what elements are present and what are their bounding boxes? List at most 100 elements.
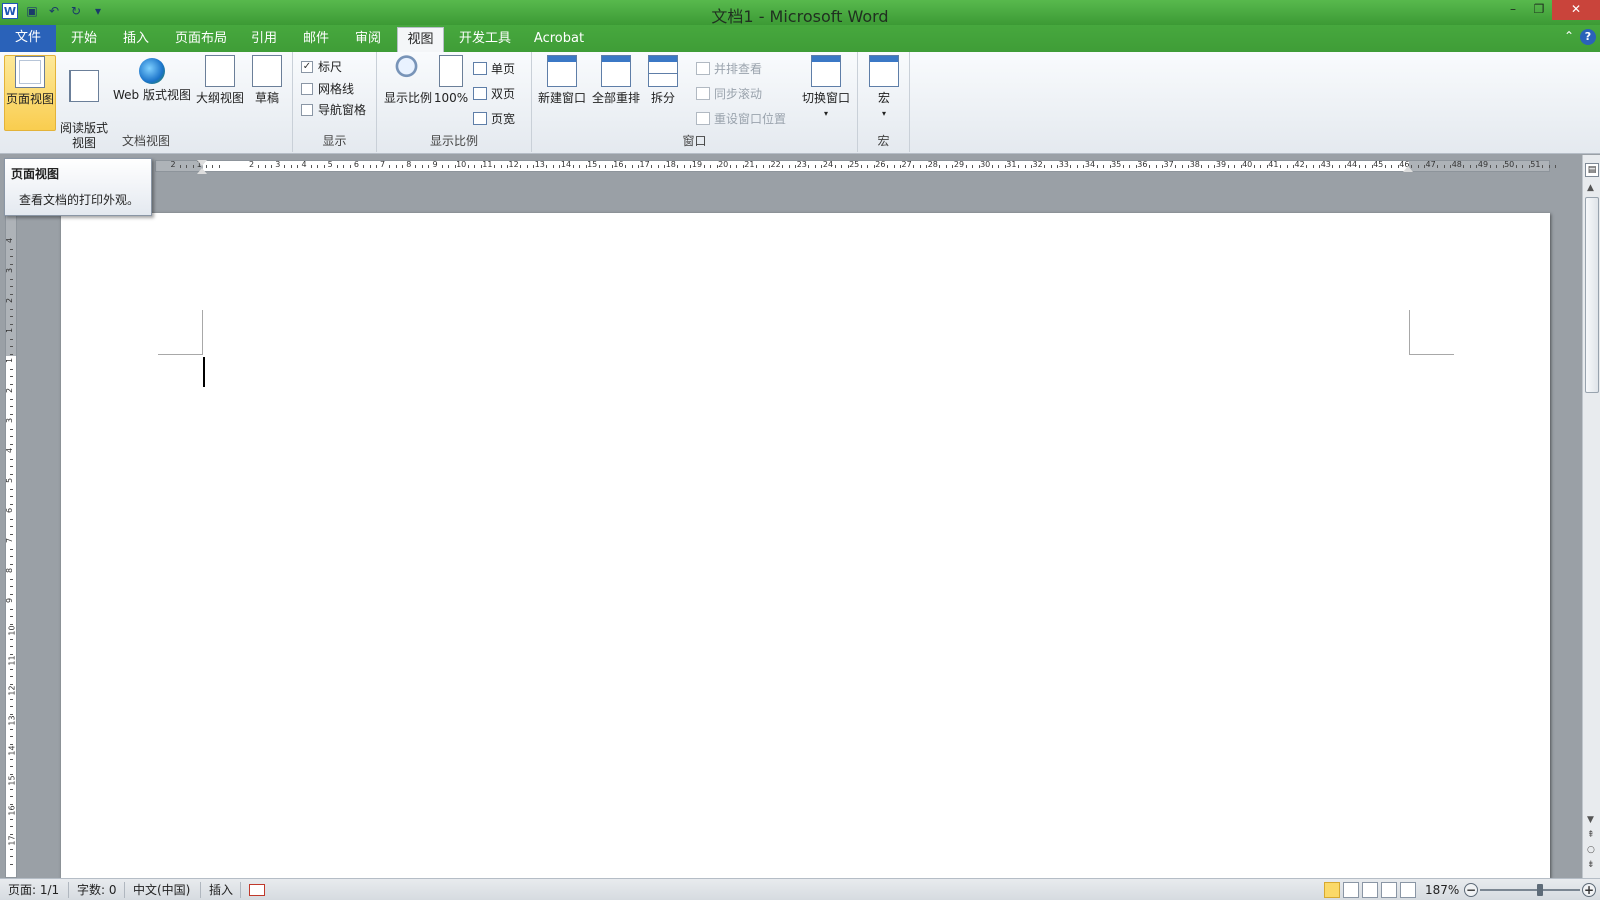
ruler-number: 44 (1346, 160, 1358, 169)
page-count[interactable]: 页面: 1/1 (8, 882, 59, 898)
zoom-button[interactable]: 显示比例 (383, 55, 433, 106)
tab-file[interactable]: 文件 (0, 25, 56, 52)
web-layout-button[interactable]: Web 版式视图 (110, 55, 194, 103)
group-zoom: 显示比例 100% 单页 双页 页宽 显示比例 (377, 52, 532, 152)
ruler-tick (10, 533, 13, 535)
ruler-tick (323, 165, 325, 168)
checkbox-checked-icon: ✓ (301, 60, 313, 73)
close-icon[interactable]: ✕ (1552, 0, 1600, 20)
scroll-thumb[interactable] (1585, 197, 1599, 393)
document-page[interactable] (61, 213, 1550, 878)
tooltip: 页面视图 查看文档的打印外观。 (4, 158, 152, 216)
ruler-tick (317, 165, 319, 168)
ruler-number: 13 (534, 160, 545, 169)
ruler-tick (1384, 165, 1386, 168)
one-page-button[interactable]: 单页 (473, 60, 515, 77)
ruler-tick (10, 503, 13, 505)
tab-references[interactable]: 引用 (242, 27, 286, 52)
print-layout-view-icon[interactable] (1324, 882, 1340, 898)
split-button[interactable]: 拆分 (646, 55, 680, 106)
ruler-number: 18 (665, 160, 676, 169)
tab-review[interactable]: 审阅 (346, 27, 390, 52)
ruler-number: 16 (7, 805, 17, 816)
ruler-tick (1201, 165, 1203, 168)
ruler-tick (218, 165, 220, 168)
crop-mark (202, 310, 203, 355)
reading-view-icon[interactable] (1343, 882, 1359, 898)
navigation-pane-checkbox[interactable]: 导航窗格 (301, 101, 366, 118)
split-icon (648, 55, 678, 87)
first-line-indent-marker[interactable] (197, 160, 207, 166)
scroll-up-icon[interactable]: ▲ (1587, 183, 1594, 193)
hanging-indent-marker[interactable] (197, 168, 207, 174)
ruler-tick (1279, 165, 1281, 168)
select-browse-object-icon[interactable]: ○ (1587, 845, 1595, 855)
outline-view-icon[interactable] (1381, 882, 1397, 898)
tab-home[interactable]: 开始 (60, 27, 108, 52)
ruler-number: 7 (380, 160, 386, 169)
ruler-number: 15 (587, 160, 598, 169)
tab-developer[interactable]: 开发工具 (452, 27, 518, 52)
minimize-ribbon-icon[interactable]: ⌃ (1564, 29, 1574, 45)
minimize-icon[interactable]: – (1500, 0, 1526, 20)
web-view-icon[interactable] (1362, 882, 1378, 898)
zoom-out-icon[interactable]: − (1464, 883, 1478, 897)
synchronous-scrolling-button[interactable]: 同步滚动 (696, 85, 762, 102)
ruler-checkbox[interactable]: ✓ 标尺 (301, 58, 342, 75)
insert-mode[interactable]: 插入 (209, 882, 233, 898)
vertical-ruler[interactable]: 4 3 2 1 1 2 3 4 5 6 7 8 9 10 11 12 13 14 15 16 17 (5, 215, 17, 878)
ruler-tick (10, 863, 13, 865)
ruler-tick (10, 683, 13, 685)
ruler-tick (10, 848, 13, 850)
ruler-tick (939, 165, 941, 168)
vertical-scrollbar[interactable]: ▤ ▲ ▼ ⇞ ○ ⇟ (1582, 155, 1600, 878)
zoom-level[interactable]: 187% (1425, 882, 1459, 898)
ruler-number: 15 (7, 775, 17, 786)
ruler-tick (10, 563, 13, 565)
print-layout-button[interactable]: 页面视图 (4, 55, 56, 131)
ruler-number: 11 (482, 160, 493, 169)
language-indicator[interactable]: 中文(中国) (133, 882, 190, 898)
word-count[interactable]: 字数: 0 (77, 882, 117, 898)
new-window-button[interactable]: 新建窗口 (536, 55, 588, 106)
gridlines-checkbox[interactable]: 网格线 (301, 80, 354, 97)
ruler-tick (1207, 165, 1209, 168)
tab-acrobat[interactable]: Acrobat (528, 27, 590, 52)
tab-mailings[interactable]: 邮件 (294, 27, 338, 52)
ruler-tick (10, 278, 13, 280)
view-ruler-icon[interactable]: ▤ (1585, 163, 1599, 177)
help-icon[interactable]: ? (1580, 29, 1596, 45)
tab-page-layout[interactable]: 页面布局 (166, 27, 236, 52)
right-indent-marker[interactable] (1403, 166, 1413, 172)
ruler-tick (179, 165, 181, 168)
zoom-100-button[interactable]: 100% (433, 55, 469, 106)
zoom-slider-thumb[interactable] (1537, 884, 1543, 896)
scroll-down-icon[interactable]: ▼ (1587, 815, 1594, 825)
ruler-tick (186, 165, 188, 168)
zoom-slider[interactable] (1480, 889, 1580, 891)
tab-view[interactable]: 视图 (397, 27, 444, 52)
macros-button[interactable]: 宏 ▾ (866, 55, 902, 121)
draft-button[interactable]: 草稿 (250, 55, 284, 106)
arrange-all-button[interactable]: 全部重排 (590, 55, 642, 106)
macro-record-icon[interactable] (249, 884, 265, 896)
ruler-number: 36 (1137, 160, 1148, 169)
zoom-in-icon[interactable]: + (1582, 883, 1596, 897)
ruler-tick (258, 165, 260, 168)
restore-icon[interactable]: ❐ (1526, 0, 1552, 20)
previous-page-icon[interactable]: ⇞ (1587, 830, 1595, 840)
ruler-number: 47 (1425, 160, 1436, 169)
page-width-button[interactable]: 页宽 (473, 110, 515, 127)
outline-button[interactable]: 大纲视图 (194, 55, 246, 106)
draft-view-icon[interactable] (1400, 882, 1416, 898)
reset-window-icon (696, 112, 710, 125)
two-pages-button[interactable]: 双页 (473, 85, 515, 102)
view-side-by-side-button[interactable]: 并排查看 (696, 60, 762, 77)
ruler-tick (415, 165, 417, 168)
next-page-icon[interactable]: ⇟ (1587, 860, 1595, 870)
switch-windows-button[interactable]: 切换窗口 ▾ (798, 55, 854, 121)
reset-window-position-button[interactable]: 重设窗口位置 (696, 110, 786, 127)
horizontal-ruler[interactable]: 2 1 2 3 4 5 6 7 8 9 10 11 12 13 14 15 16 17 18 19 20 21 22 23 24… (155, 160, 1557, 172)
ruler-tick (10, 586, 13, 587)
tab-insert[interactable]: 插入 (112, 27, 160, 52)
